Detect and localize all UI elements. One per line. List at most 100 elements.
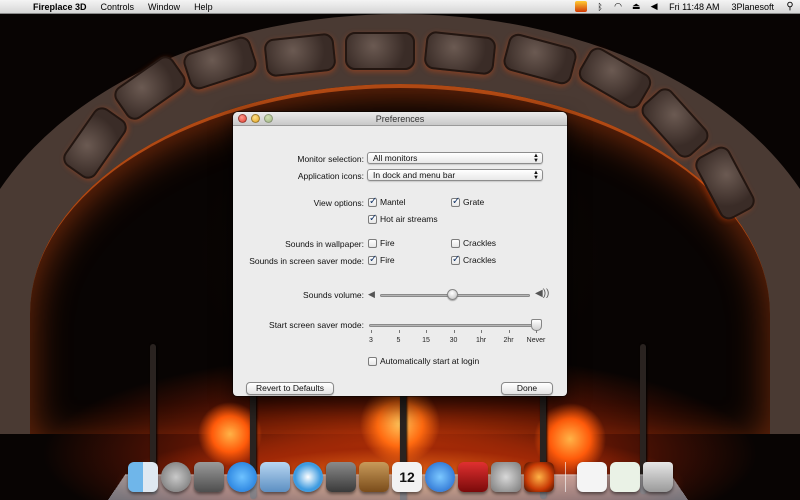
- menu-clock[interactable]: Fri 11:48 AM: [663, 2, 725, 12]
- preview-icon[interactable]: [260, 462, 290, 492]
- saver-fire-label: Fire: [380, 255, 395, 265]
- saver-tick-label: 3: [369, 337, 373, 344]
- checkbox-box: [368, 238, 377, 248]
- saver-tick: [426, 330, 427, 333]
- saver-tick: [398, 330, 400, 333]
- saver-tick-label: Never: [526, 337, 546, 344]
- arch-stone: [263, 32, 337, 78]
- checkbox-box: [368, 196, 377, 207]
- popup-arrows-icon: ▲ ▼: [533, 170, 539, 181]
- checkbox-box: [451, 238, 460, 248]
- saver-tick-label: 2hr: [503, 337, 514, 344]
- safari-icon[interactable]: [293, 462, 323, 492]
- trash-icon[interactable]: [643, 462, 673, 492]
- saver-crackles-label: Crackles: [463, 255, 497, 265]
- view-options-label: View options:: [313, 198, 364, 208]
- menu-app-name[interactable]: Fireplace 3D: [26, 2, 94, 12]
- menu-bar: Fireplace 3D Controls Window Help ᛒ ◠ ⏏ …: [0, 0, 800, 14]
- popup-arrows-icon: ▲ ▼: [533, 153, 539, 164]
- grate-checkbox[interactable]: Grate: [451, 196, 485, 207]
- mantel-checkbox[interactable]: Mantel: [368, 196, 406, 207]
- bluetooth-icon[interactable]: ᛒ: [591, 2, 609, 12]
- finder-icon[interactable]: [128, 462, 158, 492]
- eject-icon[interactable]: ⏏: [627, 1, 645, 12]
- dock: 12: [128, 458, 673, 492]
- saver-tick: [508, 330, 510, 333]
- sounds-volume-label: Sounds volume:: [303, 290, 364, 300]
- wifi-icon[interactable]: ◠: [609, 1, 627, 12]
- application-icons-label: Application icons:: [297, 171, 364, 181]
- status-area: ᛒ ◠ ⏏ ◀ Fri 11:48 AM 3Planesoft ⚲: [571, 0, 800, 14]
- wallpaper-crackles-label: Crackles: [463, 238, 497, 248]
- fire-status-icon[interactable]: [575, 1, 588, 12]
- dock-separator: [565, 462, 566, 492]
- saver-tick: [536, 330, 537, 333]
- window-title: Preferences: [375, 114, 425, 124]
- sounds-saver-label: Sounds in screen saver mode:: [249, 256, 364, 266]
- revert-to-defaults-button[interactable]: Revert to Defaults: [246, 382, 334, 395]
- wallpaper-fire-label: Fire: [380, 238, 395, 248]
- fireplace-3d-icon[interactable]: [524, 462, 554, 492]
- auto-start-label: Automatically start at login: [380, 356, 480, 366]
- arch-stone: [423, 30, 497, 76]
- launchpad-icon[interactable]: [161, 462, 191, 492]
- system-preferences-icon[interactable]: [491, 462, 521, 492]
- saver-tick-label: 30: [449, 337, 458, 344]
- facetime-icon[interactable]: [326, 462, 356, 492]
- checkbox-box: [368, 254, 377, 265]
- saver-crackles-checkbox[interactable]: Crackles: [451, 254, 497, 265]
- checkbox-box: [368, 213, 377, 224]
- hot-air-streams-label: Hot air streams: [380, 214, 438, 224]
- document-icon[interactable]: [577, 462, 607, 492]
- close-button[interactable]: [238, 114, 247, 123]
- done-button[interactable]: Done: [501, 382, 553, 395]
- title-bar[interactable]: Preferences: [233, 112, 567, 126]
- volume-icon[interactable]: ◀: [645, 1, 663, 12]
- app-store-icon[interactable]: [227, 462, 257, 492]
- menu-help[interactable]: Help: [187, 2, 220, 12]
- wallpaper-fire-checkbox[interactable]: Fire: [368, 238, 395, 248]
- checkbox-box: [451, 196, 460, 207]
- saver-tick: [453, 330, 455, 333]
- volume-slider-knob[interactable]: [447, 289, 458, 300]
- checkbox-box: [451, 254, 460, 265]
- screen-saver-label: Start screen saver mode:: [269, 320, 364, 330]
- sounds-wallpaper-label: Sounds in wallpaper:: [285, 239, 364, 249]
- volume-high-icon: ◀)): [535, 288, 550, 299]
- auto-start-checkbox[interactable]: Automatically start at login: [368, 356, 479, 366]
- minimize-button[interactable]: [251, 114, 260, 123]
- itunes-icon[interactable]: [425, 462, 455, 492]
- preferences-content: Monitor selection: All monitors ▲ ▼ Appli…: [233, 126, 567, 396]
- saver-fire-checkbox[interactable]: Fire: [368, 254, 395, 265]
- calendar-icon[interactable]: 12: [392, 462, 422, 492]
- application-icons-popup[interactable]: In dock and menu bar ▲ ▼: [367, 169, 543, 181]
- calendar-date: 12: [399, 469, 415, 485]
- menu-controls[interactable]: Controls: [94, 2, 142, 12]
- screen-saver-slider[interactable]: [369, 324, 539, 327]
- downloads-icon[interactable]: [610, 462, 640, 492]
- arch-stone: [345, 32, 415, 70]
- menu-user[interactable]: 3Planesoft: [725, 2, 780, 12]
- saver-tick-label: 1hr: [475, 337, 487, 344]
- image-capture-icon[interactable]: [194, 462, 224, 492]
- application-icons-value: In dock and menu bar: [373, 170, 456, 180]
- zoom-button[interactable]: [264, 114, 273, 123]
- checkbox-box: [368, 356, 377, 366]
- saver-tick: [371, 330, 372, 333]
- monitor-selection-label: Monitor selection:: [297, 154, 364, 164]
- address-book-icon[interactable]: [359, 462, 389, 492]
- menu-window[interactable]: Window: [141, 2, 187, 12]
- saver-tick-label: 15: [422, 337, 430, 344]
- preferences-window: Preferences Monitor selection: All monit…: [233, 112, 567, 396]
- window-controls: [238, 114, 273, 123]
- spotlight-icon[interactable]: ⚲: [780, 1, 800, 12]
- wallpaper-crackles-checkbox[interactable]: Crackles: [451, 238, 496, 248]
- mantel-label: Mantel: [380, 197, 406, 207]
- saver-tick-label: 5: [396, 337, 401, 344]
- saver-tick: [481, 330, 482, 333]
- monitor-selection-popup[interactable]: All monitors ▲ ▼: [367, 152, 543, 164]
- hot-air-streams-checkbox[interactable]: Hot air streams: [368, 213, 438, 224]
- photo-booth-icon[interactable]: [458, 462, 488, 492]
- grate-label: Grate: [463, 197, 485, 207]
- volume-low-icon: ◀: [368, 289, 375, 299]
